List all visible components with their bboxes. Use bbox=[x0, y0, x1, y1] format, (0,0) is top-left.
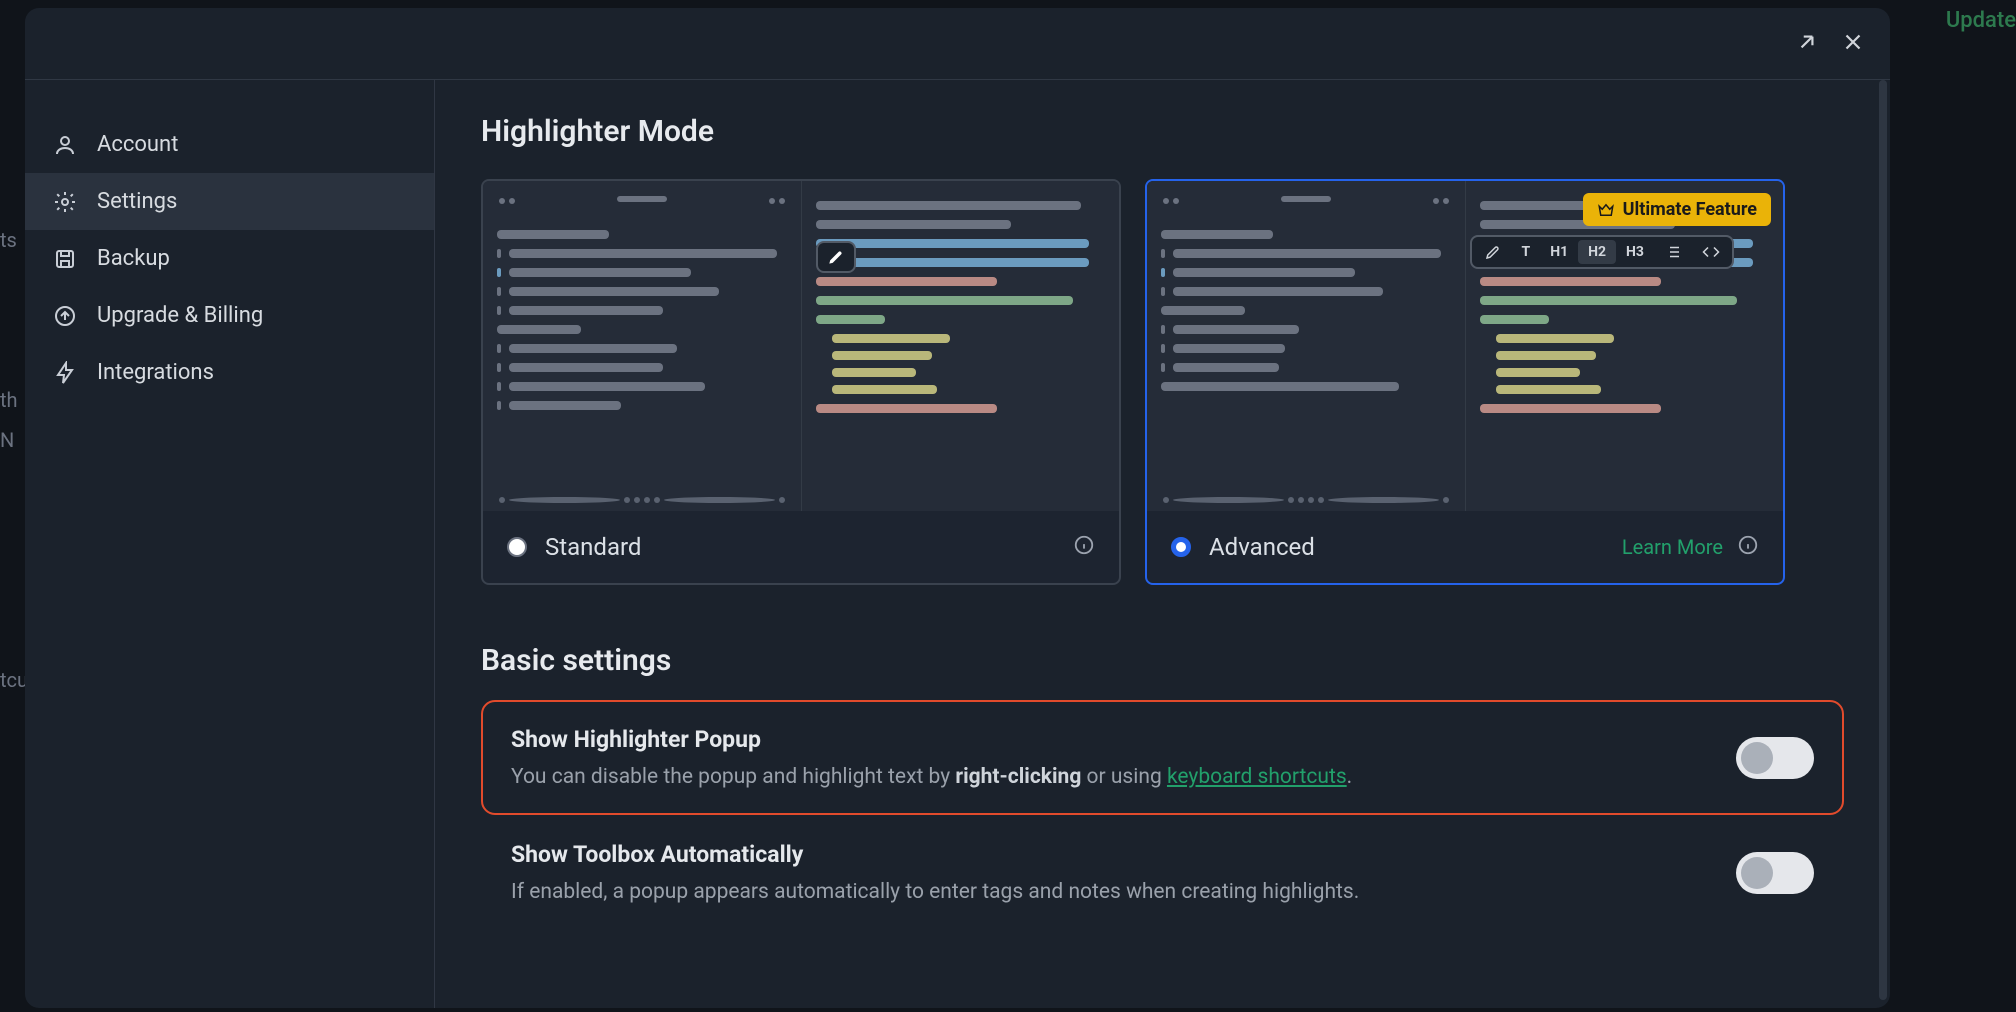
highlighter-pen-icon bbox=[1474, 239, 1512, 265]
settings-sidebar: Account Settings Backup Upgrade & Billin… bbox=[25, 80, 435, 1008]
show-highlighter-popup-toggle[interactable] bbox=[1736, 737, 1814, 779]
sidebar-item-label: Settings bbox=[97, 189, 177, 214]
show-toolbox-automatically-toggle[interactable] bbox=[1736, 852, 1814, 894]
sidebar-item-label: Integrations bbox=[97, 360, 214, 385]
list-icon bbox=[1654, 239, 1692, 265]
upgrade-icon bbox=[53, 304, 77, 328]
settings-main-panel: Highlighter Mode bbox=[435, 80, 1890, 1008]
show-toolbox-automatically-row: Show Toolbox Automatically If enabled, a… bbox=[481, 815, 1844, 930]
settings-modal: Account Settings Backup Upgrade & Billin… bbox=[25, 8, 1890, 1008]
section-title-highlighter-mode: Highlighter Mode bbox=[481, 114, 1844, 149]
sidebar-item-label: Account bbox=[97, 132, 178, 157]
bolt-icon bbox=[53, 361, 77, 385]
advanced-radio[interactable] bbox=[1171, 537, 1191, 557]
info-icon[interactable] bbox=[1737, 534, 1759, 560]
advanced-formatting-toolbar: T H1 H2 H3 bbox=[1470, 235, 1734, 269]
sidebar-item-integrations[interactable]: Integrations bbox=[25, 344, 434, 401]
advanced-label: Advanced bbox=[1209, 533, 1315, 561]
setting-description: If enabled, a popup appears automaticall… bbox=[511, 880, 1359, 904]
sidebar-item-upgrade-billing[interactable]: Upgrade & Billing bbox=[25, 287, 434, 344]
highlighter-pen-icon bbox=[816, 241, 856, 273]
setting-title: Show Toolbox Automatically bbox=[511, 841, 1359, 868]
code-icon bbox=[1692, 239, 1730, 265]
background-update-link[interactable]: Update bbox=[1946, 8, 2016, 33]
setting-description: You can disable the popup and highlight … bbox=[511, 765, 1352, 789]
h1-button: H1 bbox=[1540, 240, 1578, 264]
sidebar-item-label: Upgrade & Billing bbox=[97, 303, 263, 328]
show-highlighter-popup-row: Show Highlighter Popup You can disable t… bbox=[481, 700, 1844, 815]
highlighter-mode-standard-card[interactable]: Standard bbox=[481, 179, 1121, 585]
modal-header bbox=[25, 8, 1890, 80]
open-external-icon[interactable] bbox=[1794, 29, 1820, 59]
keyboard-shortcuts-link[interactable]: keyboard shortcuts bbox=[1167, 765, 1347, 789]
learn-more-link[interactable]: Learn More bbox=[1622, 535, 1723, 559]
standard-label: Standard bbox=[545, 533, 641, 561]
standard-radio[interactable] bbox=[507, 537, 527, 557]
section-title-basic-settings: Basic settings bbox=[481, 643, 1844, 678]
h2-button: H2 bbox=[1578, 240, 1616, 264]
sidebar-item-label: Backup bbox=[97, 246, 170, 271]
modal-scrollbar[interactable] bbox=[1879, 80, 1887, 1000]
user-icon bbox=[53, 133, 77, 157]
advanced-preview: T H1 H2 H3 Ultimate F bbox=[1147, 181, 1783, 511]
info-icon[interactable] bbox=[1073, 534, 1095, 560]
close-icon[interactable] bbox=[1840, 29, 1866, 59]
text-tool-button: T bbox=[1512, 240, 1541, 264]
crown-icon bbox=[1597, 201, 1615, 219]
sidebar-item-backup[interactable]: Backup bbox=[25, 230, 434, 287]
standard-preview bbox=[483, 181, 1119, 511]
sidebar-item-account[interactable]: Account bbox=[25, 116, 434, 173]
save-icon bbox=[53, 247, 77, 271]
setting-title: Show Highlighter Popup bbox=[511, 726, 1352, 753]
highlighter-mode-advanced-card[interactable]: T H1 H2 H3 Ultimate F bbox=[1145, 179, 1785, 585]
sidebar-item-settings[interactable]: Settings bbox=[25, 173, 434, 230]
h3-button: H3 bbox=[1616, 240, 1654, 264]
gear-icon bbox=[53, 190, 77, 214]
ultimate-feature-badge: Ultimate Feature bbox=[1583, 193, 1771, 226]
